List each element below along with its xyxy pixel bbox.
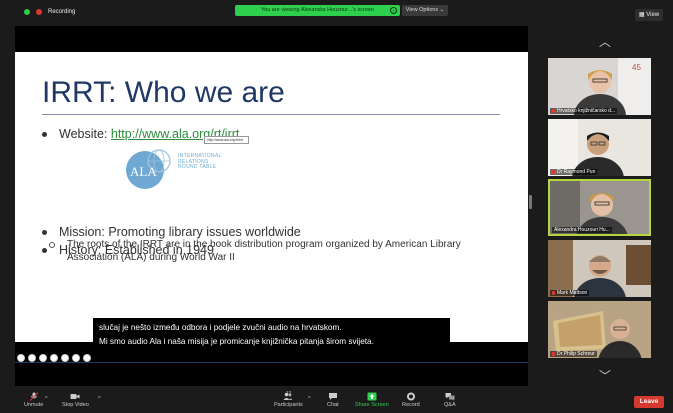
stop-video-label: Stop Video bbox=[62, 402, 89, 408]
bullet-dot-icon bbox=[42, 229, 47, 235]
shield-icon bbox=[24, 9, 30, 15]
video-tile-active-speaker[interactable]: Alexandra Houzouri Hu... bbox=[548, 179, 651, 236]
slide-nav-next-icon[interactable] bbox=[28, 354, 36, 362]
muted-mic-icon bbox=[552, 170, 555, 174]
slide-nav-cursor-icon[interactable] bbox=[83, 354, 91, 362]
website-label: Website: bbox=[59, 127, 111, 141]
qa-button[interactable]: Q&A bbox=[444, 392, 456, 408]
slide-nav-grid-icon[interactable] bbox=[50, 354, 58, 362]
bullet-dot-icon bbox=[42, 247, 47, 253]
sub-bullet-circle-icon bbox=[49, 242, 55, 248]
participants-label: Participants bbox=[274, 402, 303, 408]
slide-title: IRRT: Who we are bbox=[42, 76, 285, 109]
record-button[interactable]: Record bbox=[402, 392, 420, 408]
participant-video bbox=[548, 119, 651, 176]
qa-label: Q&A bbox=[444, 402, 456, 408]
participant-video: 45 bbox=[548, 58, 651, 115]
logo-line-3: ROUND TABLE bbox=[178, 164, 217, 170]
video-camera-icon bbox=[70, 394, 80, 399]
leave-button[interactable]: Leave bbox=[634, 396, 664, 408]
slide-bottom-rule bbox=[15, 362, 528, 363]
close-icon[interactable]: × bbox=[390, 7, 397, 14]
chat-button[interactable]: Chat bbox=[327, 392, 339, 408]
muted-mic-icon bbox=[552, 109, 555, 113]
caption-line-2: Mi smo audio Ala i naša misija je promic… bbox=[99, 337, 374, 346]
slide-nav-prev-icon[interactable] bbox=[17, 354, 25, 362]
view-options-button[interactable]: View Options ⌄ bbox=[402, 5, 448, 16]
sub-bullet-text: The roots of the IRRT are in the book di… bbox=[67, 239, 461, 263]
record-label: Record bbox=[402, 402, 420, 408]
qa-icon bbox=[445, 393, 455, 401]
participant-name-tag: Mark Mattson bbox=[550, 290, 590, 296]
participant-name-tag: Alexandra Houzouri Hu... bbox=[552, 227, 612, 233]
participant-name-tag: Hrvatsko knjižničarsko d... bbox=[550, 108, 618, 114]
participant-name-tag: Dr Philip Schreur bbox=[550, 351, 597, 357]
record-dot-icon bbox=[36, 9, 42, 15]
meeting-toolbar: Unmute ^ Stop Video ^ 13 Participants ^ … bbox=[0, 390, 673, 413]
muted-mic-icon bbox=[552, 291, 555, 295]
participant-name: Dr Philip Schreur bbox=[557, 351, 595, 357]
meeting-top-bar: Recording You are viewing Alexandra Houz… bbox=[0, 0, 673, 26]
slide-navigation bbox=[17, 354, 91, 362]
participant-video bbox=[548, 301, 651, 358]
unmute-button[interactable]: Unmute bbox=[24, 392, 43, 408]
participants-count-badge: 13 bbox=[286, 390, 292, 395]
view-button-label: View bbox=[646, 12, 660, 18]
gallery-up-chevron-icon[interactable]: ︿ bbox=[598, 36, 612, 48]
presentation-slide: IRRT: Who we are Website: http://www.ala… bbox=[15, 52, 528, 363]
bullet-mission: Mission: Promoting library issues worldw… bbox=[42, 225, 301, 239]
muted-mic-icon bbox=[552, 352, 555, 356]
video-tile[interactable]: 45 Hrvatsko knjižničarsko d... bbox=[548, 58, 651, 115]
shared-screen: IRRT: Who we are Website: http://www.ala… bbox=[15, 26, 528, 386]
title-divider bbox=[42, 114, 500, 115]
unmute-label: Unmute bbox=[24, 402, 44, 408]
bullet-dot-icon bbox=[42, 131, 47, 137]
gallery-down-chevron-icon[interactable]: ﹀ bbox=[598, 370, 612, 382]
video-tile[interactable]: Mark Mattson bbox=[548, 240, 651, 297]
recording-indicator: Recording bbox=[24, 9, 75, 15]
caption-line-1: slučaj je nešto između odbora i podjele … bbox=[99, 323, 342, 332]
slide-nav-pen-icon[interactable] bbox=[39, 354, 47, 362]
view-button[interactable]: ▦ View bbox=[635, 9, 663, 21]
chat-label: Chat bbox=[327, 402, 339, 408]
share-screen-icon bbox=[367, 392, 377, 401]
ala-logo-icon: ALA bbox=[126, 149, 171, 189]
viewing-banner-text: You are viewing Alexandra Houzour...'s s… bbox=[260, 7, 375, 13]
participants-button[interactable]: 13 Participants bbox=[274, 390, 303, 408]
participant-name: Dr Raymond Pun bbox=[557, 169, 596, 175]
audio-options-chevron-icon[interactable]: ^ bbox=[45, 396, 48, 402]
share-screen-label: Share Screen bbox=[355, 402, 389, 408]
live-caption: slučaj je nešto između odbora i podjele … bbox=[93, 318, 450, 354]
mission-text: Mission: Promoting library issues worldw… bbox=[59, 225, 301, 239]
participant-video bbox=[548, 240, 651, 297]
participant-name: Mark Mattson bbox=[557, 290, 588, 296]
slide-nav-zoom-icon[interactable] bbox=[61, 354, 69, 362]
logo-ala-text: ALA bbox=[130, 164, 157, 179]
participant-name: Hrvatsko knjižničarsko d... bbox=[557, 108, 616, 114]
record-icon bbox=[406, 392, 415, 401]
viewing-banner: You are viewing Alexandra Houzour...'s s… bbox=[235, 5, 400, 16]
muted-microphone-icon bbox=[29, 392, 38, 401]
video-options-chevron-icon[interactable]: ^ bbox=[98, 396, 101, 402]
video-tile[interactable]: Dr Philip Schreur bbox=[548, 301, 651, 358]
sub-bullet: The roots of the IRRT are in the book di… bbox=[49, 238, 487, 264]
video-tile[interactable]: Dr Raymond Pun bbox=[548, 119, 651, 176]
chat-bubble-icon bbox=[328, 393, 337, 400]
link-tooltip: http://www.ala.org/rt/irrt bbox=[204, 136, 249, 144]
svg-text:45: 45 bbox=[632, 63, 641, 72]
logo-roundtable-text: INTERNATIONAL RELATIONS ROUND TABLE bbox=[178, 153, 222, 171]
slide-nav-more-icon[interactable] bbox=[72, 354, 80, 362]
participant-name-tag: Dr Raymond Pun bbox=[550, 169, 598, 175]
stop-video-button[interactable]: Stop Video bbox=[62, 392, 89, 408]
participant-gallery: ︿ 45 Hrvatsko knjižničarsko d... Dr Raym… bbox=[532, 26, 673, 386]
recording-label: Recording bbox=[48, 9, 76, 15]
participants-options-chevron-icon[interactable]: ^ bbox=[308, 396, 311, 402]
share-screen-button[interactable]: Share Screen bbox=[355, 392, 389, 408]
participant-name: Alexandra Houzouri Hu... bbox=[554, 227, 610, 233]
